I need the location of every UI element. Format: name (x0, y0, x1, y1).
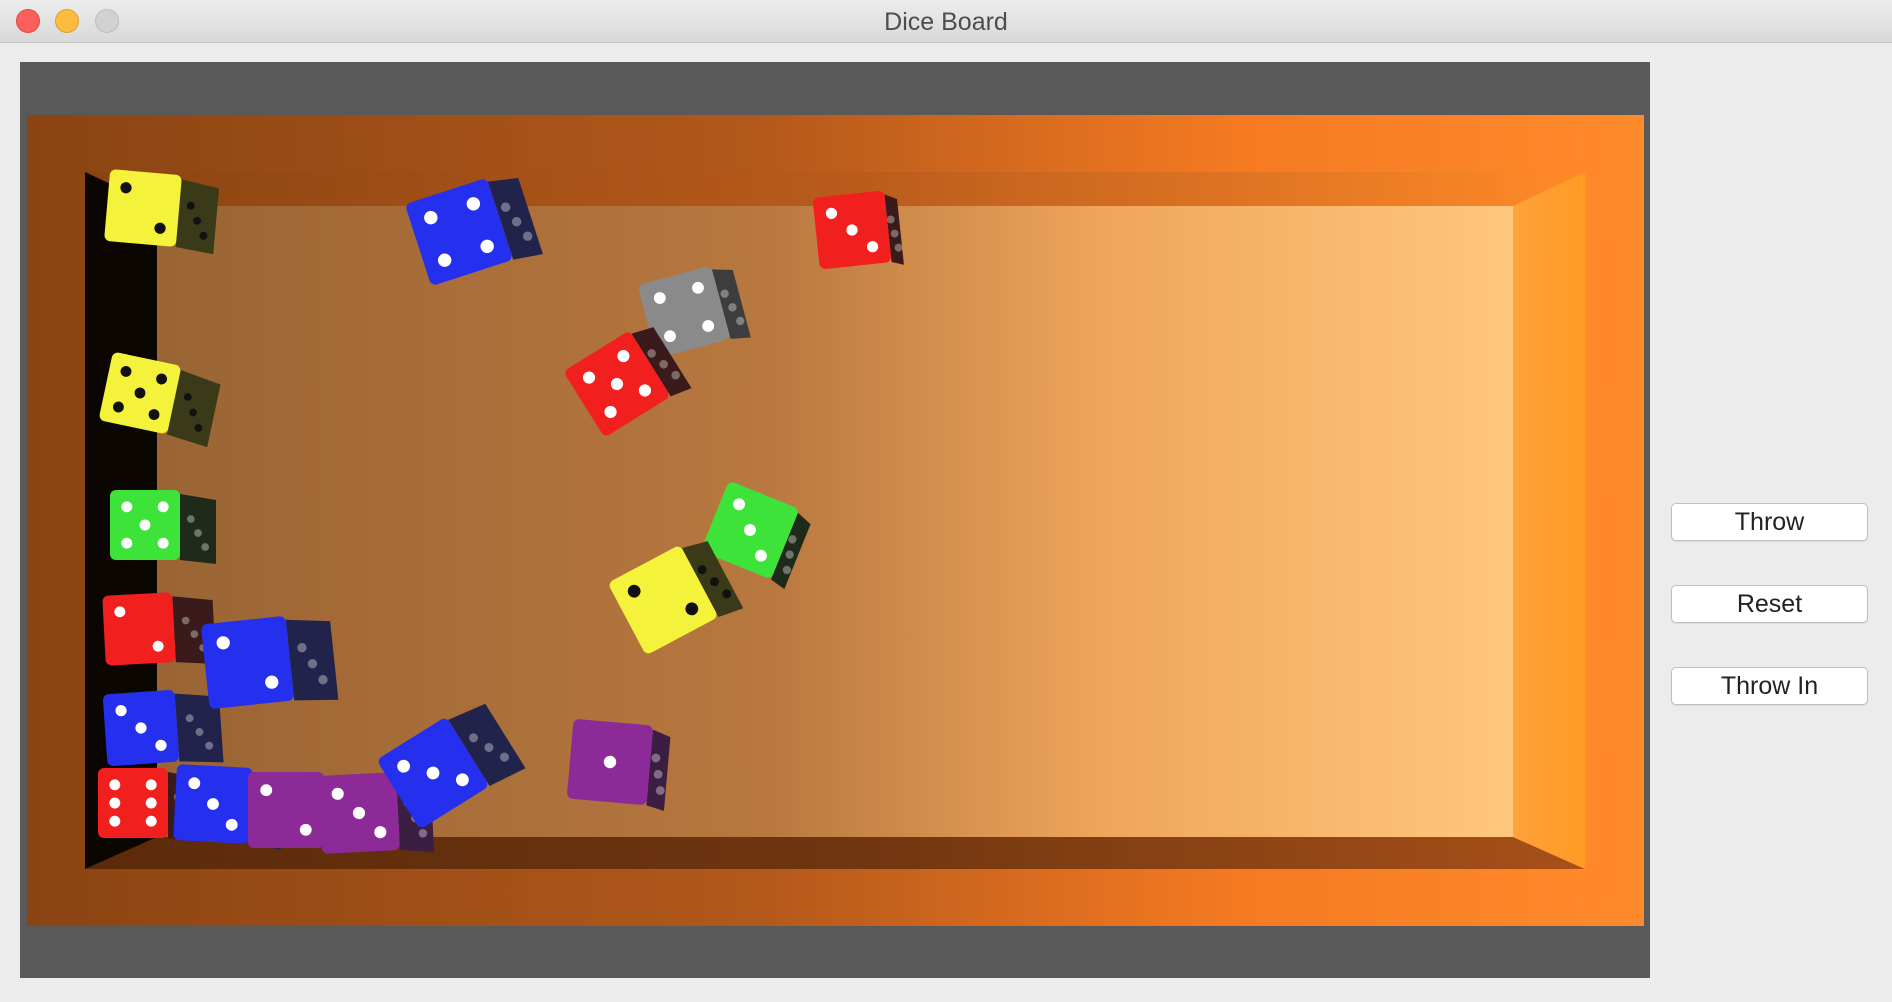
throw-button[interactable]: Throw (1671, 503, 1868, 541)
die-pip (157, 537, 169, 549)
die-pip (109, 797, 121, 809)
die-pip (145, 815, 157, 827)
die-pip (109, 779, 121, 791)
die-top-face (201, 616, 294, 709)
die-top-face (98, 768, 168, 838)
blue-die[interactable] (201, 611, 339, 713)
die-pip (145, 779, 157, 791)
die-side-face (180, 494, 216, 564)
die-pip (157, 501, 169, 513)
window-title: Dice Board (884, 8, 1008, 36)
die-pip (139, 519, 151, 531)
die-top-face (104, 169, 182, 247)
reset-button[interactable]: Reset (1671, 585, 1868, 623)
board-viewport[interactable] (20, 62, 1650, 978)
die-side-pip (194, 529, 202, 537)
dice-board-canvas[interactable] (20, 62, 1650, 978)
die-side-face (175, 179, 219, 255)
die-pip (260, 784, 273, 797)
die-pip (145, 797, 157, 809)
die-side-pip (186, 515, 195, 523)
title-bar: Dice Board (0, 0, 1892, 43)
die-top-face (102, 592, 176, 666)
die-pip (121, 501, 133, 513)
throw-in-button[interactable]: Throw In (1671, 667, 1868, 705)
die-side-pip (201, 543, 210, 551)
red-die[interactable] (102, 590, 216, 670)
green-die[interactable] (110, 490, 216, 564)
purple-die[interactable] (566, 719, 671, 811)
die-pip (109, 815, 121, 827)
die-pip (299, 823, 312, 836)
tray-floor (157, 206, 1513, 837)
blue-die[interactable] (102, 687, 224, 771)
die-pip (121, 537, 133, 549)
tray-right-wall (1513, 172, 1585, 869)
die-top-face (248, 772, 324, 848)
